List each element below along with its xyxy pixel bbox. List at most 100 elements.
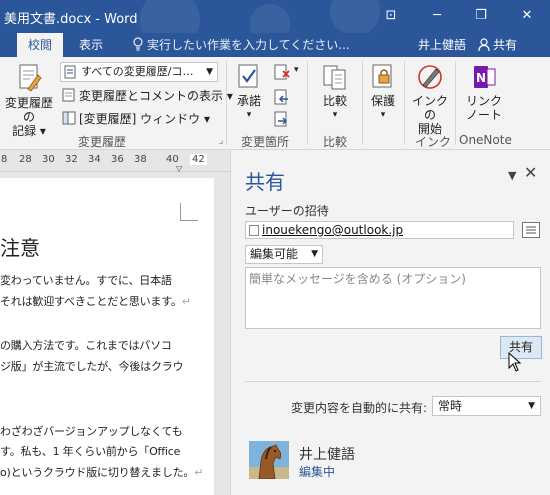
track-changes-label-1: 変更履歴の <box>4 96 53 124</box>
group-label-tracking: 変更履歴 <box>78 135 127 149</box>
pane-divider <box>245 381 541 382</box>
show-markup-button[interactable]: 変更履歴とコメントの表示 ▾ <box>62 87 233 104</box>
horse-avatar-image <box>249 441 289 479</box>
onenote-label-1: リンク <box>465 94 502 108</box>
onenote-icon: N <box>474 66 496 88</box>
start-inking-button[interactable]: インクの 開始 <box>408 63 452 136</box>
group-divider <box>362 61 363 145</box>
show-markup-icon <box>62 88 75 102</box>
previous-change-icon[interactable] <box>274 89 290 105</box>
window-title: 美用文書.docx - Word <box>4 12 138 27</box>
auto-share-label: 変更内容を自動的に共有: <box>291 401 428 415</box>
tab-view[interactable]: 表示 <box>68 33 114 57</box>
chevron-down-icon: ▾ <box>332 110 338 120</box>
reviewing-pane-icon <box>62 111 76 125</box>
doc-line: す。私も、1 年くらい前から「Office <box>0 445 181 458</box>
chevron-down-icon: ▾ <box>380 110 386 120</box>
ribbon-display-options-button[interactable]: ⊡ <box>374 4 408 28</box>
ruler-tick: 32 <box>65 154 78 165</box>
show-markup-label: 変更履歴とコメントの表示 <box>79 89 224 103</box>
ruler-tick: 34 <box>88 154 101 165</box>
tab-review[interactable]: 校閲 <box>17 33 63 57</box>
compare-button[interactable]: 比較 ▾ <box>318 63 352 122</box>
reviewing-pane-label: [変更履歴] ウィンドウ <box>79 112 201 126</box>
compare-label: 比較 <box>322 94 347 108</box>
doc-line: o)というクラウド版に切り替えました。↵ <box>0 466 204 479</box>
markup-icon <box>64 65 76 79</box>
address-book-glyph <box>526 226 536 234</box>
group-label-changes: 変更箇所 <box>241 135 290 149</box>
minimize-button[interactable]: ─ <box>420 4 454 28</box>
accept-button[interactable]: 承諾 ▾ <box>232 63 266 122</box>
auto-share-value: 常時 <box>438 399 463 413</box>
margin-corner-mark <box>180 203 198 221</box>
horizontal-ruler[interactable]: 8 28 30 32 34 36 38 40 42 ▽ <box>0 150 230 173</box>
chevron-down-icon: ▾ <box>246 110 252 120</box>
mouse-cursor-icon <box>508 352 522 372</box>
chevron-down-icon: ▼ <box>528 401 535 411</box>
ruler-tick: 38 <box>134 154 147 165</box>
pane-options-icon[interactable]: ▼ <box>508 169 516 182</box>
doc-line: ジ版」が主流でしたが、今後はクラウ <box>0 360 184 373</box>
ruler-tick: 28 <box>19 154 32 165</box>
compare-icon <box>323 65 346 90</box>
group-divider <box>404 61 405 145</box>
ruler-tick: 30 <box>42 154 55 165</box>
group-divider <box>307 61 308 145</box>
doc-line: の購入方法です。これまではパソコ <box>0 339 172 352</box>
chevron-down-icon: ▼ <box>311 249 318 259</box>
group-label-compare: 比較 <box>323 135 348 149</box>
message-textarea[interactable]: 簡単なメッセージを含める (オプション) <box>245 267 541 329</box>
doc-heading: 注意 <box>0 236 40 260</box>
next-change-icon[interactable] <box>274 111 290 127</box>
chevron-down-icon: ▼ <box>206 67 213 77</box>
collaborator-name[interactable]: 井上健語 <box>299 444 355 464</box>
ribbon-tab-row: 校閲 表示 実行したい作業を入力してください... 井上健語 共有 <box>0 33 550 57</box>
ruler-tick: 42 <box>190 154 207 165</box>
share-tab-button[interactable]: 共有 <box>478 33 517 57</box>
doc-line: それは歓迎すべきことだと思います。↵ <box>0 295 191 308</box>
markup-view-dropdown[interactable]: すべての変更履歴/コ… ▼ <box>60 62 218 82</box>
ruler-tick: 8 <box>1 154 8 165</box>
doc-line: わざわざバージョンアップしなくても <box>0 425 183 438</box>
reviewing-pane-button[interactable]: [変更履歴] ウィンドウ ▾ <box>62 110 210 127</box>
track-changes-button[interactable]: 変更履歴の 記録 ▾ <box>0 63 58 138</box>
person-icon <box>478 38 490 52</box>
track-changes-icon <box>19 64 42 92</box>
ruler-tick: 36 <box>111 154 124 165</box>
ribbon: 変更履歴の 記録 ▾ すべての変更履歴/コ… ▼ 変更履歴とコメントの表示 ▾ … <box>0 57 550 150</box>
onenote-label-2: ノート <box>465 108 502 122</box>
protect-button[interactable]: 保護 ▾ <box>366 63 400 122</box>
lock-icon <box>372 64 392 88</box>
dialog-launcher-icon[interactable]: ⌟ <box>219 136 223 146</box>
doc-line: 変わっていません。すでに、日本語 <box>0 274 172 287</box>
share-tab-label: 共有 <box>493 38 518 52</box>
ink-label-1: インクの <box>411 94 448 122</box>
address-book-icon[interactable] <box>522 222 540 238</box>
group-label-onenote: OneNote <box>459 133 512 147</box>
permission-dropdown[interactable]: 編集可能 ▼ <box>245 245 323 264</box>
reject-icon[interactable] <box>274 64 292 80</box>
linked-notes-button[interactable]: N リンク ノート <box>462 63 506 122</box>
protect-label: 保護 <box>370 94 395 108</box>
auto-share-dropdown[interactable]: 常時 ▼ <box>432 396 541 416</box>
invite-people-input[interactable]: inouekengo@outlook.jp <box>245 221 514 239</box>
group-label-ink: インク <box>415 135 452 149</box>
accept-icon <box>238 64 258 88</box>
restore-button[interactable]: ❐ <box>464 4 498 28</box>
tell-me-box[interactable]: 実行したい作業を入力してください... <box>132 33 350 57</box>
contact-card-icon <box>249 225 259 236</box>
paragraph-mark-icon: ↵ <box>181 295 191 308</box>
tell-me-text: 実行したい作業を入力してください... <box>147 38 350 52</box>
accept-label: 承諾 <box>236 94 261 108</box>
paragraph-mark-icon: ↵ <box>194 466 204 479</box>
title-bar: 美用文書.docx - Word ⊡ ─ ❐ ✕ <box>0 0 550 50</box>
permission-value: 編集可能 <box>250 247 299 261</box>
invite-label: ユーザーの招待 <box>245 204 329 218</box>
close-button[interactable]: ✕ <box>510 4 544 28</box>
markup-view-value: すべての変更履歴/コ… <box>81 65 194 78</box>
pane-close-icon[interactable]: ✕ <box>524 163 537 182</box>
chevron-down-icon[interactable]: ▾ <box>294 65 299 75</box>
signed-in-user[interactable]: 井上健語 <box>418 33 466 57</box>
ink-pen-icon <box>418 65 442 89</box>
